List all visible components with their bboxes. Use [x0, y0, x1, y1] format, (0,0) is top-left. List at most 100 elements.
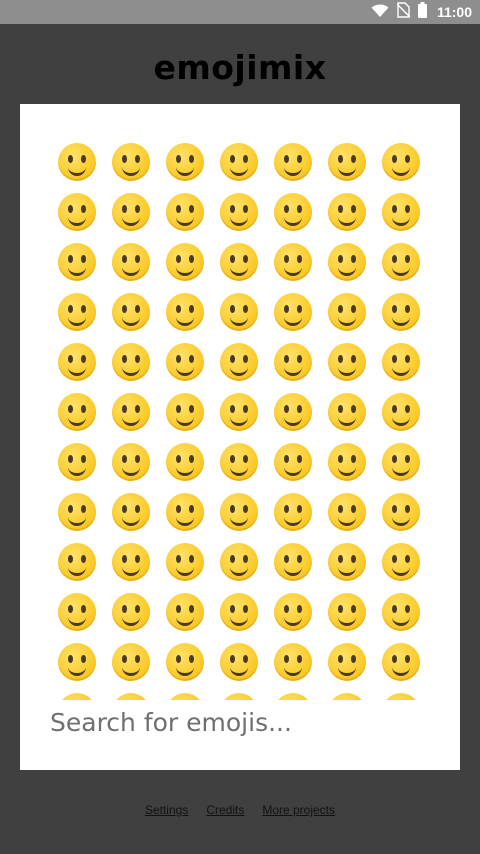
emoji-button[interactable]	[104, 487, 158, 537]
emoji-button[interactable]	[374, 537, 428, 587]
emoji-button[interactable]	[104, 437, 158, 487]
emoji-button[interactable]	[212, 237, 266, 287]
emoji-button[interactable]	[374, 687, 428, 700]
emoji-button[interactable]	[374, 637, 428, 687]
emoji-button[interactable]	[374, 137, 428, 187]
emoji-icon	[328, 443, 366, 481]
emoji-button[interactable]	[266, 537, 320, 587]
emoji-button[interactable]	[266, 687, 320, 700]
emoji-button[interactable]	[158, 187, 212, 237]
emoji-button[interactable]	[320, 587, 374, 637]
emoji-button[interactable]	[158, 437, 212, 487]
emoji-button[interactable]	[266, 137, 320, 187]
emoji-button[interactable]	[374, 437, 428, 487]
emoji-icon	[274, 543, 312, 581]
emoji-button[interactable]	[212, 487, 266, 537]
emoji-button[interactable]	[50, 387, 104, 437]
emoji-button[interactable]	[266, 487, 320, 537]
emoji-button[interactable]	[158, 637, 212, 687]
emoji-button[interactable]	[212, 587, 266, 637]
emoji-button[interactable]	[50, 637, 104, 687]
emoji-button[interactable]	[212, 287, 266, 337]
app-title: emojimix	[153, 48, 327, 87]
emoji-button[interactable]	[50, 337, 104, 387]
emoji-button[interactable]	[158, 287, 212, 337]
emoji-button[interactable]	[50, 687, 104, 700]
search-input[interactable]	[50, 700, 430, 744]
emoji-icon	[58, 293, 96, 331]
emoji-button[interactable]	[158, 487, 212, 537]
emoji-button[interactable]	[212, 387, 266, 437]
emoji-button[interactable]	[104, 287, 158, 337]
emoji-button[interactable]	[374, 287, 428, 337]
emoji-button[interactable]	[266, 637, 320, 687]
emoji-button[interactable]	[104, 337, 158, 387]
emoji-button[interactable]	[212, 637, 266, 687]
emoji-button[interactable]	[50, 587, 104, 637]
emoji-button[interactable]	[104, 137, 158, 187]
emoji-button[interactable]	[374, 587, 428, 637]
emoji-button[interactable]	[320, 437, 374, 487]
emoji-button[interactable]	[266, 587, 320, 637]
emoji-button[interactable]	[266, 287, 320, 337]
emoji-icon	[112, 443, 150, 481]
emoji-button[interactable]	[212, 187, 266, 237]
emoji-button[interactable]	[266, 387, 320, 437]
emoji-button[interactable]	[104, 687, 158, 700]
emoji-icon	[58, 493, 96, 531]
emoji-button[interactable]	[50, 487, 104, 537]
emoji-button[interactable]	[212, 337, 266, 387]
emoji-button[interactable]	[320, 337, 374, 387]
emoji-button[interactable]	[374, 387, 428, 437]
emoji-icon	[328, 693, 366, 700]
credits-link[interactable]: Credits	[206, 803, 244, 817]
emoji-button[interactable]	[320, 687, 374, 700]
settings-link[interactable]: Settings	[145, 803, 188, 817]
emoji-button[interactable]	[212, 687, 266, 700]
emoji-button[interactable]	[320, 637, 374, 687]
emoji-button[interactable]	[320, 187, 374, 237]
emoji-button[interactable]	[50, 537, 104, 587]
emoji-button[interactable]	[158, 137, 212, 187]
emoji-button[interactable]	[158, 387, 212, 437]
emoji-button[interactable]	[104, 587, 158, 637]
emoji-button[interactable]	[266, 337, 320, 387]
emoji-button[interactable]	[158, 687, 212, 700]
emoji-button[interactable]	[50, 287, 104, 337]
emoji-button[interactable]	[212, 437, 266, 487]
emoji-button[interactable]	[374, 237, 428, 287]
emoji-button[interactable]	[374, 337, 428, 387]
emoji-button[interactable]	[104, 187, 158, 237]
emoji-button[interactable]	[104, 537, 158, 587]
emoji-button[interactable]	[104, 387, 158, 437]
emoji-button[interactable]	[266, 237, 320, 287]
emoji-icon	[58, 243, 96, 281]
emoji-icon	[112, 243, 150, 281]
emoji-button[interactable]	[104, 637, 158, 687]
emoji-button[interactable]	[320, 237, 374, 287]
emoji-grid-scroll[interactable]	[20, 104, 460, 700]
emoji-button[interactable]	[374, 487, 428, 537]
emoji-button[interactable]	[320, 387, 374, 437]
emoji-button[interactable]	[320, 537, 374, 587]
emoji-button[interactable]	[266, 437, 320, 487]
emoji-button[interactable]	[158, 337, 212, 387]
emoji-button[interactable]	[50, 437, 104, 487]
emoji-button[interactable]	[50, 187, 104, 237]
emoji-button[interactable]	[158, 587, 212, 637]
emoji-button[interactable]	[50, 137, 104, 187]
emoji-button[interactable]	[158, 237, 212, 287]
emoji-button[interactable]	[212, 537, 266, 587]
emoji-button[interactable]	[104, 237, 158, 287]
emoji-button[interactable]	[320, 487, 374, 537]
emoji-icon	[274, 493, 312, 531]
more-projects-link[interactable]: More projects	[262, 803, 335, 817]
emoji-button[interactable]	[158, 537, 212, 587]
emoji-button[interactable]	[266, 187, 320, 237]
emoji-button[interactable]	[320, 287, 374, 337]
emoji-button[interactable]	[50, 237, 104, 287]
emoji-icon	[220, 593, 258, 631]
emoji-button[interactable]	[212, 137, 266, 187]
emoji-button[interactable]	[374, 187, 428, 237]
emoji-button[interactable]	[320, 137, 374, 187]
